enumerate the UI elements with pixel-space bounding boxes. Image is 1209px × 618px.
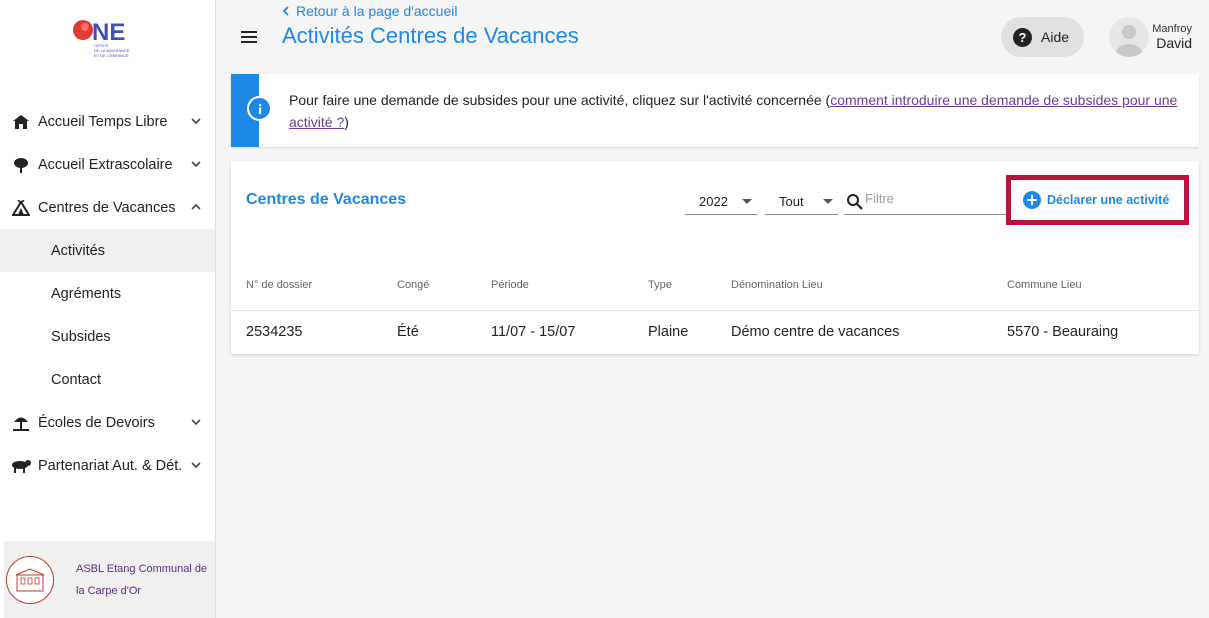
house-icon: [11, 112, 31, 132]
sidebar-item-label: Écoles de Devoirs: [38, 414, 155, 431]
chevron-down-icon: [191, 161, 201, 168]
type-select-value: Tout: [779, 194, 804, 209]
back-link-label: Retour à la page d'accueil: [296, 3, 458, 19]
sidebar-item-accueil-temps-libre[interactable]: Accueil Temps Libre: [0, 100, 215, 143]
organization-building-icon: [6, 555, 54, 604]
sidebar-item-partenariat[interactable]: Partenariat Aut. & Dét.: [0, 444, 215, 487]
chevron-down-icon: [191, 419, 201, 426]
tent-icon: [11, 198, 31, 218]
sidebar-item-centres-de-vacances[interactable]: Centres de Vacances: [0, 186, 215, 229]
sidebar-item-label: Centres de Vacances: [38, 199, 176, 216]
sidebar-item-accueil-extrascolaire[interactable]: Accueil Extrascolaire: [0, 143, 215, 186]
cell-commune: 5570 - Beauraing: [1007, 324, 1119, 340]
year-select-value: 2022: [699, 194, 728, 209]
help-button[interactable]: ? Aide: [1001, 17, 1084, 57]
cell-conge: Été: [397, 324, 419, 340]
sidebar-item-ecoles-de-devoirs[interactable]: Écoles de Devoirs: [0, 401, 215, 444]
chevron-up-icon: [191, 203, 201, 210]
sidebar-subitem-contact[interactable]: Contact: [0, 358, 215, 401]
user-last-name: David: [1156, 35, 1192, 51]
sidebar-item-label: Partenariat Aut. & Dét.: [38, 457, 183, 474]
organization-name: ASBL Etang Communal de la Carpe d'Or: [76, 562, 208, 597]
banner-text: Pour faire une demande de subsides pour …: [289, 89, 1199, 133]
cell-dossier: 2534235: [246, 324, 303, 340]
activities-card: Centres de Vacances 2022 Tout Déclarer u…: [231, 161, 1199, 354]
sidebar-nav: Accueil Temps Libre Accueil Extrascolair…: [0, 100, 215, 487]
sidebar-subitem-activites[interactable]: Activités: [0, 229, 215, 272]
chevron-left-icon: [282, 6, 289, 16]
sidebar-subitem-subsides[interactable]: Subsides: [0, 315, 215, 358]
animal-icon: [11, 456, 31, 476]
add-circle-icon: [1023, 191, 1041, 209]
declare-activity-label: Déclarer une activité: [1047, 193, 1170, 207]
banner-message: Pour faire une demande de subsides pour …: [289, 92, 831, 108]
page-title: Activités Centres de Vacances: [282, 23, 579, 48]
one-logo[interactable]: NE OFFICE DE LA NAISSANCE ET DE L'ENFANC…: [72, 16, 144, 64]
dropdown-arrow-icon: [742, 199, 752, 204]
chevron-down-icon: [191, 462, 201, 469]
sidebar-item-label: Accueil Extrascolaire: [38, 156, 173, 173]
beach-umbrella-icon: [11, 413, 31, 433]
cell-periode: 11/07 - 15/07: [491, 324, 576, 340]
info-banner: Pour faire une demande de subsides pour …: [231, 74, 1199, 147]
type-select[interactable]: Tout: [765, 188, 838, 215]
info-icon: [247, 96, 272, 121]
column-header-denomination[interactable]: Dénomination Lieu: [731, 279, 823, 291]
cell-type: Plaine: [648, 324, 689, 340]
banner-message-end: ): [344, 114, 349, 130]
declare-activity-button[interactable]: Déclarer une activité: [1017, 186, 1177, 214]
back-to-home-link[interactable]: Retour à la page d'accueil: [282, 3, 457, 19]
user-first-name: Manfroy: [1152, 23, 1192, 35]
year-select[interactable]: 2022: [685, 188, 757, 215]
column-header-commune[interactable]: Commune Lieu: [1007, 279, 1082, 291]
search-icon: [847, 194, 863, 210]
column-header-conge[interactable]: Congé: [397, 279, 429, 291]
svg-text:?: ?: [1019, 30, 1027, 45]
avatar: [1109, 17, 1149, 57]
tree-icon: [11, 155, 31, 175]
help-icon: ?: [1013, 27, 1032, 47]
user-menu[interactable]: Manfroy David: [1109, 17, 1209, 57]
cell-denomination: Démo centre de vacances: [731, 324, 900, 340]
help-label: Aide: [1041, 29, 1070, 45]
svg-text:ET DE L'ENFANCE: ET DE L'ENFANCE: [94, 53, 129, 58]
menu-icon[interactable]: [238, 27, 260, 47]
sidebar-item-label: Accueil Temps Libre: [38, 113, 168, 130]
column-header-periode[interactable]: Période: [491, 279, 529, 291]
sidebar: NE OFFICE DE LA NAISSANCE ET DE L'ENFANC…: [0, 0, 216, 618]
filter-input[interactable]: [865, 191, 1010, 206]
declare-highlight: Déclarer une activité: [1006, 175, 1189, 225]
chevron-down-icon: [191, 118, 201, 125]
sidebar-subitem-agrements[interactable]: Agréments: [0, 272, 215, 315]
card-title: Centres de Vacances: [246, 191, 407, 208]
svg-text:NE: NE: [92, 19, 125, 46]
column-header-dossier[interactable]: N° de dossier: [246, 279, 312, 291]
dropdown-arrow-icon: [823, 199, 833, 204]
column-header-type[interactable]: Type: [648, 279, 672, 291]
filter-field[interactable]: [844, 188, 1014, 215]
table-row[interactable]: 2534235 Été 11/07 - 15/07 Plaine Démo ce…: [231, 310, 1199, 353]
organization-selector[interactable]: ASBL Etang Communal de la Carpe d'Or: [4, 541, 215, 618]
